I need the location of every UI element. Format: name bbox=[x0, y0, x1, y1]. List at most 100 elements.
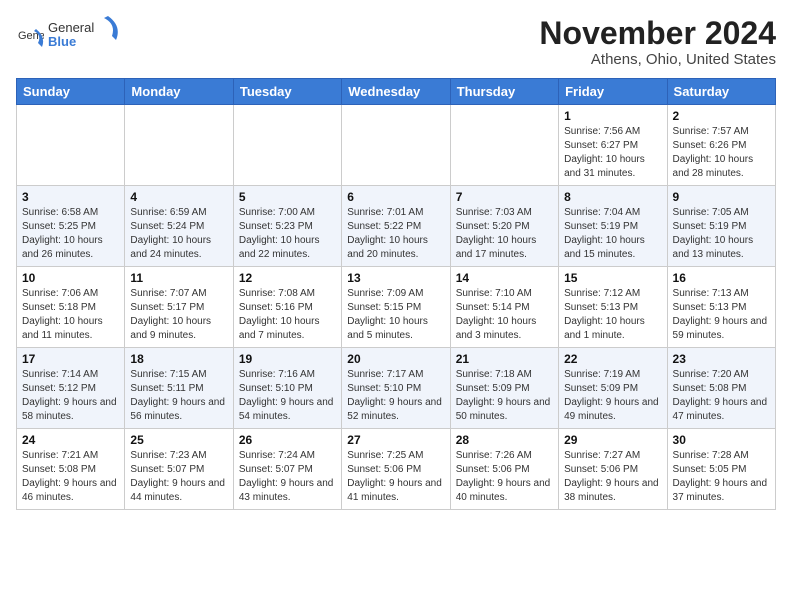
day-info: Sunrise: 7:57 AMSunset: 6:26 PMDaylight:… bbox=[673, 125, 770, 181]
day-number: 5 bbox=[239, 190, 336, 204]
calendar-cell: 30Sunrise: 7:28 AMSunset: 5:05 PMDayligh… bbox=[667, 429, 775, 510]
weekday-header-monday: Monday bbox=[125, 79, 233, 105]
calendar-cell bbox=[450, 105, 558, 186]
day-info: Sunrise: 7:09 AMSunset: 5:15 PMDaylight:… bbox=[347, 287, 444, 343]
day-info: Sunrise: 6:59 AMSunset: 5:24 PMDaylight:… bbox=[130, 206, 227, 262]
day-info: Sunrise: 7:04 AMSunset: 5:19 PMDaylight:… bbox=[564, 206, 661, 262]
day-info: Sunrise: 7:25 AMSunset: 5:06 PMDaylight:… bbox=[347, 449, 444, 505]
day-info: Sunrise: 6:58 AMSunset: 5:25 PMDaylight:… bbox=[22, 206, 119, 262]
calendar-cell: 24 Sunrise: 7:21 AMSunset: 5:08 PMDayligh… bbox=[17, 429, 125, 510]
logo-general-text: General Blue bbox=[48, 16, 118, 61]
day-info: Sunrise: 7:20 AMSunset: 5:08 PMDaylight:… bbox=[673, 368, 770, 424]
calendar-cell: 2 Sunrise: 7:57 AMSunset: 6:26 PMDaylight… bbox=[667, 105, 775, 186]
day-info: Sunrise: 7:13 AMSunset: 5:13 PMDaylight:… bbox=[673, 287, 770, 343]
weekday-header-saturday: Saturday bbox=[667, 79, 775, 105]
calendar-cell: 7Sunrise: 7:03 AMSunset: 5:20 PMDaylight… bbox=[450, 186, 558, 267]
calendar-cell: 23 Sunrise: 7:20 AMSunset: 5:08 PMDayligh… bbox=[667, 348, 775, 429]
day-info: Sunrise: 7:07 AMSunset: 5:17 PMDaylight:… bbox=[130, 287, 227, 343]
calendar-cell: 21 Sunrise: 7:18 AMSunset: 5:09 PMDayligh… bbox=[450, 348, 558, 429]
calendar-cell bbox=[17, 105, 125, 186]
title-area: November 2024 Athens, Ohio, United State… bbox=[539, 16, 776, 68]
day-number: 18 bbox=[130, 352, 227, 366]
day-number: 7 bbox=[456, 190, 553, 204]
svg-text:Blue: Blue bbox=[48, 34, 76, 49]
day-info: Sunrise: 7:19 AMSunset: 5:09 PMDaylight:… bbox=[564, 368, 661, 424]
day-info: Sunrise: 7:10 AMSunset: 5:14 PMDaylight:… bbox=[456, 287, 553, 343]
day-number: 2 bbox=[673, 109, 770, 123]
day-number: 22 bbox=[564, 352, 661, 366]
day-number: 13 bbox=[347, 271, 444, 285]
day-number: 12 bbox=[239, 271, 336, 285]
day-info: Sunrise: 7:24 AMSunset: 5:07 PMDaylight:… bbox=[239, 449, 336, 505]
calendar-cell bbox=[125, 105, 233, 186]
weekday-header-tuesday: Tuesday bbox=[233, 79, 341, 105]
logo-icon: General bbox=[16, 25, 44, 53]
weekday-header-sunday: Sunday bbox=[17, 79, 125, 105]
svg-text:General: General bbox=[48, 20, 94, 35]
calendar-cell: 13 Sunrise: 7:09 AMSunset: 5:15 PMDayligh… bbox=[342, 267, 450, 348]
day-number: 28 bbox=[456, 433, 553, 447]
calendar-cell: 17 Sunrise: 7:14 AMSunset: 5:12 PMDayligh… bbox=[17, 348, 125, 429]
calendar-cell: 15 Sunrise: 7:12 AMSunset: 5:13 PMDayligh… bbox=[559, 267, 667, 348]
day-number: 3 bbox=[22, 190, 119, 204]
day-number: 23 bbox=[673, 352, 770, 366]
day-number: 24 bbox=[22, 433, 119, 447]
day-info: Sunrise: 7:00 AMSunset: 5:23 PMDaylight:… bbox=[239, 206, 336, 262]
calendar-table: SundayMondayTuesdayWednesdayThursdayFrid… bbox=[16, 78, 776, 510]
calendar-cell: 8 Sunrise: 7:04 AMSunset: 5:19 PMDaylight… bbox=[559, 186, 667, 267]
day-info: Sunrise: 7:26 AMSunset: 5:06 PMDaylight:… bbox=[456, 449, 553, 505]
day-info: Sunrise: 7:08 AMSunset: 5:16 PMDaylight:… bbox=[239, 287, 336, 343]
day-info: Sunrise: 7:14 AMSunset: 5:12 PMDaylight:… bbox=[22, 368, 119, 424]
day-info: Sunrise: 7:18 AMSunset: 5:09 PMDaylight:… bbox=[456, 368, 553, 424]
calendar-cell: 19 Sunrise: 7:16 AMSunset: 5:10 PMDayligh… bbox=[233, 348, 341, 429]
calendar-cell: 20Sunrise: 7:17 AMSunset: 5:10 PMDayligh… bbox=[342, 348, 450, 429]
day-info: Sunrise: 7:21 AMSunset: 5:08 PMDaylight:… bbox=[22, 449, 119, 505]
calendar-cell: 27Sunrise: 7:25 AMSunset: 5:06 PMDayligh… bbox=[342, 429, 450, 510]
weekday-header-row: SundayMondayTuesdayWednesdayThursdayFrid… bbox=[17, 79, 776, 105]
day-number: 6 bbox=[347, 190, 444, 204]
day-number: 17 bbox=[22, 352, 119, 366]
calendar-cell: 11 Sunrise: 7:07 AMSunset: 5:17 PMDayligh… bbox=[125, 267, 233, 348]
day-number: 25 bbox=[130, 433, 227, 447]
calendar-cell: 3 Sunrise: 6:58 AMSunset: 5:25 PMDaylight… bbox=[17, 186, 125, 267]
calendar-cell: 18 Sunrise: 7:15 AMSunset: 5:11 PMDayligh… bbox=[125, 348, 233, 429]
day-info: Sunrise: 7:23 AMSunset: 5:07 PMDaylight:… bbox=[130, 449, 227, 505]
day-number: 14 bbox=[456, 271, 553, 285]
calendar-cell: 9Sunrise: 7:05 AMSunset: 5:19 PMDaylight… bbox=[667, 186, 775, 267]
day-number: 19 bbox=[239, 352, 336, 366]
calendar-week-row: 17 Sunrise: 7:14 AMSunset: 5:12 PMDayligh… bbox=[17, 348, 776, 429]
calendar-cell: 28 Sunrise: 7:26 AMSunset: 5:06 PMDayligh… bbox=[450, 429, 558, 510]
day-number: 15 bbox=[564, 271, 661, 285]
calendar-cell: 12 Sunrise: 7:08 AMSunset: 5:16 PMDayligh… bbox=[233, 267, 341, 348]
day-number: 26 bbox=[239, 433, 336, 447]
day-info: Sunrise: 7:16 AMSunset: 5:10 PMDaylight:… bbox=[239, 368, 336, 424]
header: General General Blue November 2024 Athen… bbox=[16, 16, 776, 68]
calendar-cell: 4 Sunrise: 6:59 AMSunset: 5:24 PMDaylight… bbox=[125, 186, 233, 267]
weekday-header-wednesday: Wednesday bbox=[342, 79, 450, 105]
day-number: 8 bbox=[564, 190, 661, 204]
day-info: Sunrise: 7:12 AMSunset: 5:13 PMDaylight:… bbox=[564, 287, 661, 343]
calendar-week-row: 3 Sunrise: 6:58 AMSunset: 5:25 PMDaylight… bbox=[17, 186, 776, 267]
day-info: Sunrise: 7:17 AMSunset: 5:10 PMDaylight:… bbox=[347, 368, 444, 424]
day-info: Sunrise: 7:05 AMSunset: 5:19 PMDaylight:… bbox=[673, 206, 770, 262]
weekday-header-friday: Friday bbox=[559, 79, 667, 105]
day-number: 21 bbox=[456, 352, 553, 366]
day-info: Sunrise: 7:28 AMSunset: 5:05 PMDaylight:… bbox=[673, 449, 770, 505]
calendar-cell: 5 Sunrise: 7:00 AMSunset: 5:23 PMDaylight… bbox=[233, 186, 341, 267]
day-info: Sunrise: 7:15 AMSunset: 5:11 PMDaylight:… bbox=[130, 368, 227, 424]
day-number: 29 bbox=[564, 433, 661, 447]
location-title: Athens, Ohio, United States bbox=[539, 51, 776, 68]
month-title: November 2024 bbox=[539, 16, 776, 51]
calendar-cell: 14 Sunrise: 7:10 AMSunset: 5:14 PMDayligh… bbox=[450, 267, 558, 348]
calendar-week-row: 1Sunrise: 7:56 AMSunset: 6:27 PMDaylight… bbox=[17, 105, 776, 186]
day-info: Sunrise: 7:06 AMSunset: 5:18 PMDaylight:… bbox=[22, 287, 119, 343]
calendar-cell: 6Sunrise: 7:01 AMSunset: 5:22 PMDaylight… bbox=[342, 186, 450, 267]
calendar-cell: 16Sunrise: 7:13 AMSunset: 5:13 PMDayligh… bbox=[667, 267, 775, 348]
day-number: 4 bbox=[130, 190, 227, 204]
day-info: Sunrise: 7:27 AMSunset: 5:06 PMDaylight:… bbox=[564, 449, 661, 505]
calendar-cell bbox=[233, 105, 341, 186]
day-info: Sunrise: 7:56 AMSunset: 6:27 PMDaylight:… bbox=[564, 125, 661, 181]
calendar-cell: 25 Sunrise: 7:23 AMSunset: 5:07 PMDayligh… bbox=[125, 429, 233, 510]
calendar-cell: 29 Sunrise: 7:27 AMSunset: 5:06 PMDayligh… bbox=[559, 429, 667, 510]
day-number: 11 bbox=[130, 271, 227, 285]
